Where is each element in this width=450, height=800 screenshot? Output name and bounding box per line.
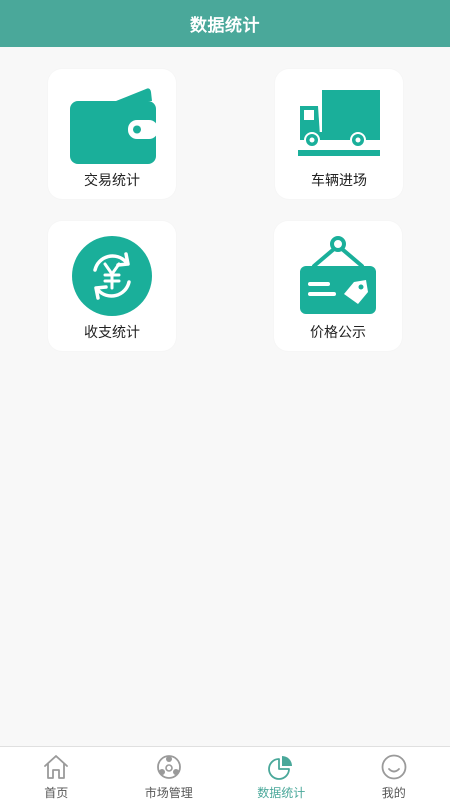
tab-label: 我的: [381, 786, 406, 800]
tile-income-expense-statistics[interactable]: 收支统计: [48, 221, 176, 351]
truck-icon: [289, 79, 389, 169]
app-screen: 数据统计 交易统计 车辆进场 收支统计 价格公示 首页 市场管理 数据统计 我的: [0, 0, 450, 800]
smiley-icon: [380, 753, 408, 781]
pie-chart-icon: [267, 753, 295, 781]
page-title: 数据统计: [190, 16, 260, 36]
tab-label: 市场管理: [144, 786, 193, 800]
price-tag-sign-icon: [288, 231, 388, 321]
tile-price-publicity[interactable]: 价格公示: [274, 221, 402, 351]
tab-data-statistics[interactable]: 数据统计: [225, 747, 338, 800]
tile-trade-statistics[interactable]: 交易统计: [48, 69, 176, 199]
wallet-icon: [62, 79, 162, 169]
tab-label: 数据统计: [257, 786, 306, 800]
top-bar: 数据统计: [0, 0, 450, 47]
tile-label: 车辆进场: [311, 173, 367, 189]
tile-vehicle-entry[interactable]: 车辆进场: [275, 69, 403, 199]
tile-label: 收支统计: [84, 325, 140, 341]
tile-label: 价格公示: [310, 325, 366, 341]
home-icon: [42, 753, 70, 781]
tab-home[interactable]: 首页: [0, 747, 113, 800]
bottom-tab-bar: 首页 市场管理 数据统计 我的: [0, 746, 450, 800]
tab-mine[interactable]: 我的: [338, 747, 450, 800]
yen-exchange-icon: [62, 231, 162, 321]
tab-market-management[interactable]: 市场管理: [113, 747, 226, 800]
tab-label: 首页: [44, 786, 69, 800]
tile-label: 交易统计: [84, 173, 140, 189]
market-icon: [155, 753, 183, 781]
